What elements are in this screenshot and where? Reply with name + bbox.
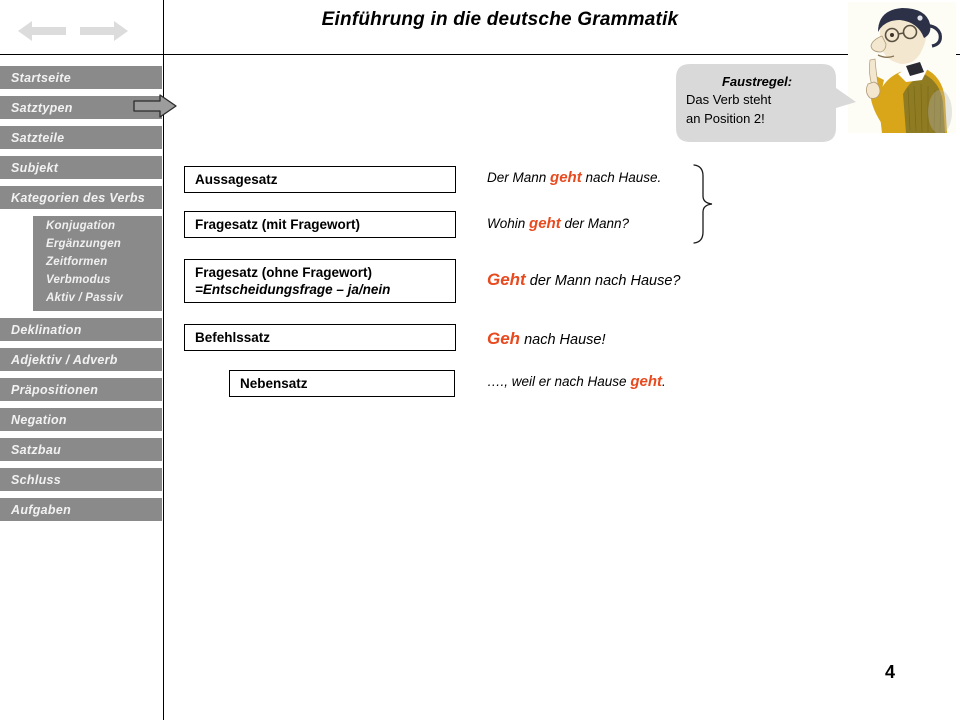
sidebar-item-label: Adjektiv / Adverb (11, 352, 118, 367)
callout-line-1: Das Verb steht (686, 92, 772, 107)
arrow-left-icon[interactable] (18, 18, 66, 44)
example-aussagesatz: Der Mann geht nach Hause. (487, 169, 661, 186)
callout-title: Faustregel: (721, 74, 793, 89)
type-box-sublabel: =Entscheidungsfrage – ja/nein (195, 282, 391, 297)
sidebar-item-satzbau[interactable]: Satzbau (0, 438, 162, 461)
sidebar-item-praepositionen[interactable]: Präpositionen (0, 378, 162, 401)
arrow-right-pointer-icon (133, 94, 177, 118)
example-text-post: nach Hause! (520, 332, 606, 348)
type-box-label: Befehlssatz (195, 330, 271, 345)
example-text-pre: …., weil er nach Hause (487, 374, 631, 389)
type-box-fragesatz-mit-fragewort[interactable]: Fragesatz (mit Fragewort) (184, 211, 456, 238)
professor-caricature-image (848, 2, 956, 133)
sidebar-item-label: Startseite (11, 70, 71, 85)
type-box-label: Aussagesatz (195, 172, 278, 187)
example-text-post: nach Hause. (581, 170, 662, 185)
example-text-post: der Mann? (560, 216, 629, 231)
sidebar-subitem-zeitformen[interactable]: Zeitformen (33, 253, 162, 271)
sidebar-item-label: Subjekt (11, 160, 59, 175)
sidebar-item-satzteile[interactable]: Satzteile (0, 126, 162, 149)
example-verb-highlight: geht (550, 169, 582, 186)
sidebar-subitem-ergaenzungen[interactable]: Ergänzungen (33, 235, 162, 253)
example-nebensatz: …., weil er nach Hause geht. (487, 373, 666, 390)
example-text-pre: Der Mann (487, 170, 551, 185)
sidebar-item-negation[interactable]: Negation (0, 408, 162, 431)
type-box-label: Fragesatz (mit Fragewort) (195, 217, 361, 232)
sidebar-item-label: Kategorien des Verbs (11, 190, 146, 205)
type-box-fragesatz-ohne-fragewort[interactable]: Fragesatz (ohne Fragewort) =Entscheidung… (184, 259, 456, 303)
sidebar-subitem-label: Aktiv / Passiv (46, 292, 123, 304)
type-box-nebensatz[interactable]: Nebensatz (229, 370, 455, 397)
sidebar-item-label: Schluss (11, 472, 62, 487)
header-divider-rule (0, 54, 960, 55)
example-verb-highlight: geht (529, 215, 561, 232)
curly-brace-icon (690, 163, 718, 245)
sidebar-item-deklination[interactable]: Deklination (0, 318, 162, 341)
page-number: 4 (885, 662, 896, 682)
sidebar-subitem-label: Zeitformen (46, 256, 108, 268)
type-box-befehlssatz[interactable]: Befehlssatz (184, 324, 456, 351)
sidebar-item-label: Satzteile (11, 130, 65, 145)
example-fragesatz-ohne-fragewort: Geht der Mann nach Hause? (487, 270, 681, 290)
sidebar-item-kategorien-des-verbs[interactable]: Kategorien des Verbs (0, 186, 162, 209)
callout-line-2: an Position 2! (686, 111, 765, 126)
sidebar-subgroup-kategorien: Konjugation Ergänzungen Zeitformen Verbm… (33, 216, 162, 311)
type-box-label: Fragesatz (ohne Fragewort) (195, 265, 373, 280)
sidebar-item-aufgaben[interactable]: Aufgaben (0, 498, 162, 521)
faustregel-callout: Faustregel: Das Verb steht an Position 2… (676, 64, 856, 142)
sidebar-item-startseite[interactable]: Startseite (0, 66, 162, 89)
example-verb-highlight: Geht (487, 270, 526, 289)
example-text-post: der Mann nach Hause? (525, 273, 681, 289)
type-box-aussagesatz[interactable]: Aussagesatz (184, 166, 456, 193)
sidebar-subitem-label: Verbmodus (46, 274, 111, 286)
navigation-arrows (18, 18, 148, 44)
sidebar-subitem-label: Ergänzungen (46, 238, 122, 250)
sidebar-item-label: Satzbau (11, 442, 62, 457)
sidebar-item-label: Negation (11, 412, 67, 427)
type-box-label: Nebensatz (240, 376, 308, 391)
example-text-pre: Wohin (487, 216, 530, 231)
example-verb-highlight: Geh (487, 329, 521, 348)
sidebar-item-label: Deklination (11, 322, 82, 337)
sidebar-subitem-konjugation[interactable]: Konjugation (33, 217, 162, 235)
sidebar-item-subjekt[interactable]: Subjekt (0, 156, 162, 179)
sidebar-item-label: Satztypen (11, 100, 73, 115)
page-title: Einführung in die deutsche Grammatik (321, 9, 679, 30)
sidebar-item-adjektiv-adverb[interactable]: Adjektiv / Adverb (0, 348, 162, 371)
sidebar-subitem-aktiv-passiv[interactable]: Aktiv / Passiv (33, 289, 162, 307)
sidebar-item-schluss[interactable]: Schluss (0, 468, 162, 491)
sidebar-item-label: Präpositionen (11, 382, 99, 397)
example-verb-highlight: geht (630, 373, 662, 390)
sidebar-navigation: Startseite Satztypen Satzteile Subjekt K… (0, 66, 162, 528)
sidebar-subitem-label: Konjugation (46, 220, 116, 232)
sidebar-subitem-verbmodus[interactable]: Verbmodus (33, 271, 162, 289)
example-text-post: . (661, 374, 666, 389)
arrow-right-icon[interactable] (80, 18, 128, 44)
example-fragesatz-mit-fragewort: Wohin geht der Mann? (487, 215, 629, 232)
sidebar-item-label: Aufgaben (11, 502, 72, 517)
example-befehlssatz: Geh nach Hause! (487, 329, 606, 349)
